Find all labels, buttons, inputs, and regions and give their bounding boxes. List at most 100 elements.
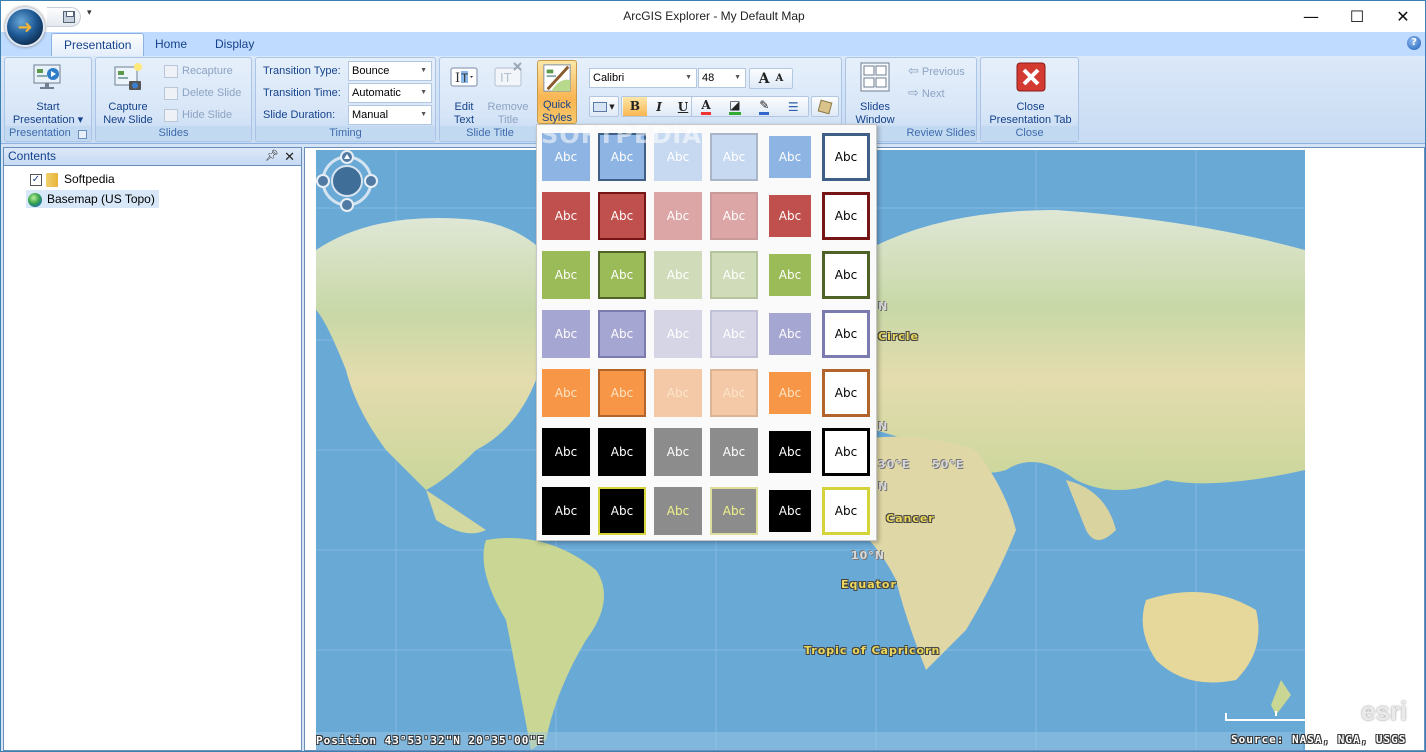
quick-style-black-yellow-5[interactable]: Abc [769, 490, 811, 532]
quick-style-red-2[interactable]: Abc [598, 192, 646, 240]
tab-home[interactable]: Home [143, 33, 199, 56]
minimize-button[interactable]: — [1288, 1, 1334, 31]
italic-button[interactable]: I [647, 100, 671, 114]
grow-font-icon[interactable]: A [759, 71, 770, 87]
quick-style-black-1[interactable]: Abc [542, 428, 590, 476]
quick-style-black-6[interactable]: Abc [822, 428, 870, 476]
quick-style-black-yellow-6[interactable]: Abc [822, 487, 870, 535]
quick-style-black-yellow-1[interactable]: Abc [542, 487, 590, 535]
font-color-button[interactable]: A [701, 98, 711, 115]
quick-styles-button[interactable]: Quick Styles ▾ [537, 60, 577, 137]
recapture-button[interactable]: Recapture [164, 61, 233, 81]
slides-window-label-1: Slides [860, 101, 890, 113]
quick-style-orange-5[interactable]: Abc [769, 372, 811, 414]
map-label-10n: 10°N [851, 549, 886, 562]
edit-text-button[interactable]: IT Edit Text [444, 61, 484, 127]
quick-style-blue-3[interactable]: Abc [654, 133, 702, 181]
quick-style-blue-1[interactable]: Abc [542, 133, 590, 181]
close-pane-icon[interactable]: ✕ [284, 148, 295, 165]
quick-style-black-3[interactable]: Abc [654, 428, 702, 476]
bold-button[interactable]: B [623, 97, 647, 116]
hide-slide-button[interactable]: Hide Slide [164, 105, 232, 125]
quick-style-purple-2[interactable]: Abc [598, 310, 646, 358]
start-presentation-button[interactable]: Start Presentation ▾ [7, 61, 89, 127]
hide-slide-icon [164, 108, 178, 122]
quick-style-black-4[interactable]: Abc [710, 428, 758, 476]
tree-item-softpedia[interactable]: ✓ Softpedia [30, 170, 115, 188]
quick-style-green-5[interactable]: Abc [769, 254, 811, 296]
transition-time-dropdown[interactable]: Automatic ▼ [348, 83, 432, 103]
quick-style-green-4[interactable]: Abc [710, 251, 758, 299]
nav-west-button[interactable] [316, 174, 330, 188]
maximize-button[interactable]: ☐ [1334, 1, 1380, 31]
quick-style-red-5[interactable]: Abc [769, 195, 811, 237]
quick-style-purple-1[interactable]: Abc [542, 310, 590, 358]
quick-style-purple-3[interactable]: Abc [654, 310, 702, 358]
shape-effects-button[interactable] [811, 96, 839, 117]
group-presentation: Start Presentation ▾ Presentation [4, 57, 92, 142]
dialog-launcher-icon[interactable] [78, 130, 87, 139]
quick-style-purple-4[interactable]: Abc [710, 310, 758, 358]
line-style-button[interactable]: ☰ [788, 100, 799, 114]
nav-east-button[interactable] [364, 174, 378, 188]
close-x-icon [1016, 62, 1045, 92]
quick-style-red-6[interactable]: Abc [822, 192, 870, 240]
map-label-tropic-capricorn: Tropic of Capricorn [804, 644, 941, 657]
south-america [483, 538, 604, 750]
quick-style-black-yellow-3[interactable]: Abc [654, 487, 702, 535]
close-window-button[interactable]: ✕ [1380, 1, 1426, 31]
line-color-button[interactable]: ✎ [759, 98, 770, 115]
tab-presentation[interactable]: Presentation [51, 33, 145, 56]
arcgis-logo-icon: ➜ [17, 16, 33, 38]
quick-style-black-2[interactable]: Abc [598, 428, 646, 476]
quick-style-black-yellow-4[interactable]: Abc [710, 487, 758, 535]
svg-text:I: I [455, 71, 460, 86]
quick-style-red-4[interactable]: Abc [710, 192, 758, 240]
slides-window-button[interactable]: Slides Window [850, 61, 900, 127]
tab-display[interactable]: Display [203, 33, 266, 56]
quick-style-blue-6[interactable]: Abc [822, 133, 870, 181]
quick-style-purple-6[interactable]: Abc [822, 310, 870, 358]
quick-style-blue-5[interactable]: Abc [769, 136, 811, 178]
text-box-style-button[interactable]: ▼ [589, 96, 619, 117]
quick-style-black-5[interactable]: Abc [769, 431, 811, 473]
previous-button[interactable]: ⇦ Previous [908, 61, 965, 81]
pin-icon[interactable]: 📌︎ [265, 148, 279, 165]
quick-style-green-1[interactable]: Abc [542, 251, 590, 299]
tree-item-basemap[interactable]: Basemap (US Topo) [26, 190, 159, 208]
quick-style-red-3[interactable]: Abc [654, 192, 702, 240]
quick-style-purple-5[interactable]: Abc [769, 313, 811, 355]
slide-duration-dropdown[interactable]: Manual ▼ [348, 105, 432, 125]
quick-style-blue-4[interactable]: Abc [710, 133, 758, 181]
capture-new-slide-button[interactable]: Capture New Slide [100, 61, 156, 127]
remove-title-button[interactable]: IT Remove Title [486, 61, 530, 127]
svg-text:T: T [461, 71, 469, 85]
close-presentation-tab-button[interactable]: Close Presentation Tab [983, 61, 1078, 127]
nav-center-knob[interactable] [331, 165, 363, 197]
font-family-value: Calibri [593, 72, 625, 84]
nav-south-button[interactable] [340, 198, 354, 212]
font-family-dropdown[interactable]: Calibri ▼ [589, 68, 697, 88]
quick-style-green-3[interactable]: Abc [654, 251, 702, 299]
quick-style-orange-2[interactable]: Abc [598, 369, 646, 417]
next-button[interactable]: ⇨ Next [908, 83, 945, 103]
quick-style-black-yellow-2[interactable]: Abc [598, 487, 646, 535]
quick-style-green-6[interactable]: Abc [822, 251, 870, 299]
shrink-font-icon[interactable]: A [776, 73, 784, 84]
quick-style-red-1[interactable]: Abc [542, 192, 590, 240]
navigation-control[interactable] [316, 150, 378, 212]
quick-style-green-2[interactable]: Abc [598, 251, 646, 299]
quick-style-orange-1[interactable]: Abc [542, 369, 590, 417]
font-size-dropdown[interactable]: 48 ▼ [698, 68, 746, 88]
layer-checkbox[interactable]: ✓ [30, 173, 42, 186]
delete-slide-button[interactable]: Delete Slide [164, 83, 241, 103]
help-icon[interactable]: ? [1407, 36, 1421, 50]
quick-style-orange-4[interactable]: Abc [710, 369, 758, 417]
close-presentation-label-1: Close [1016, 101, 1045, 113]
quick-style-orange-3[interactable]: Abc [654, 369, 702, 417]
quick-style-orange-6[interactable]: Abc [822, 369, 870, 417]
quick-style-blue-2[interactable]: Abc [598, 133, 646, 181]
fill-color-button[interactable]: ◪ [729, 98, 741, 115]
application-menu-button[interactable]: ➜ [5, 7, 45, 47]
transition-type-dropdown[interactable]: Bounce ▼ [348, 61, 432, 81]
